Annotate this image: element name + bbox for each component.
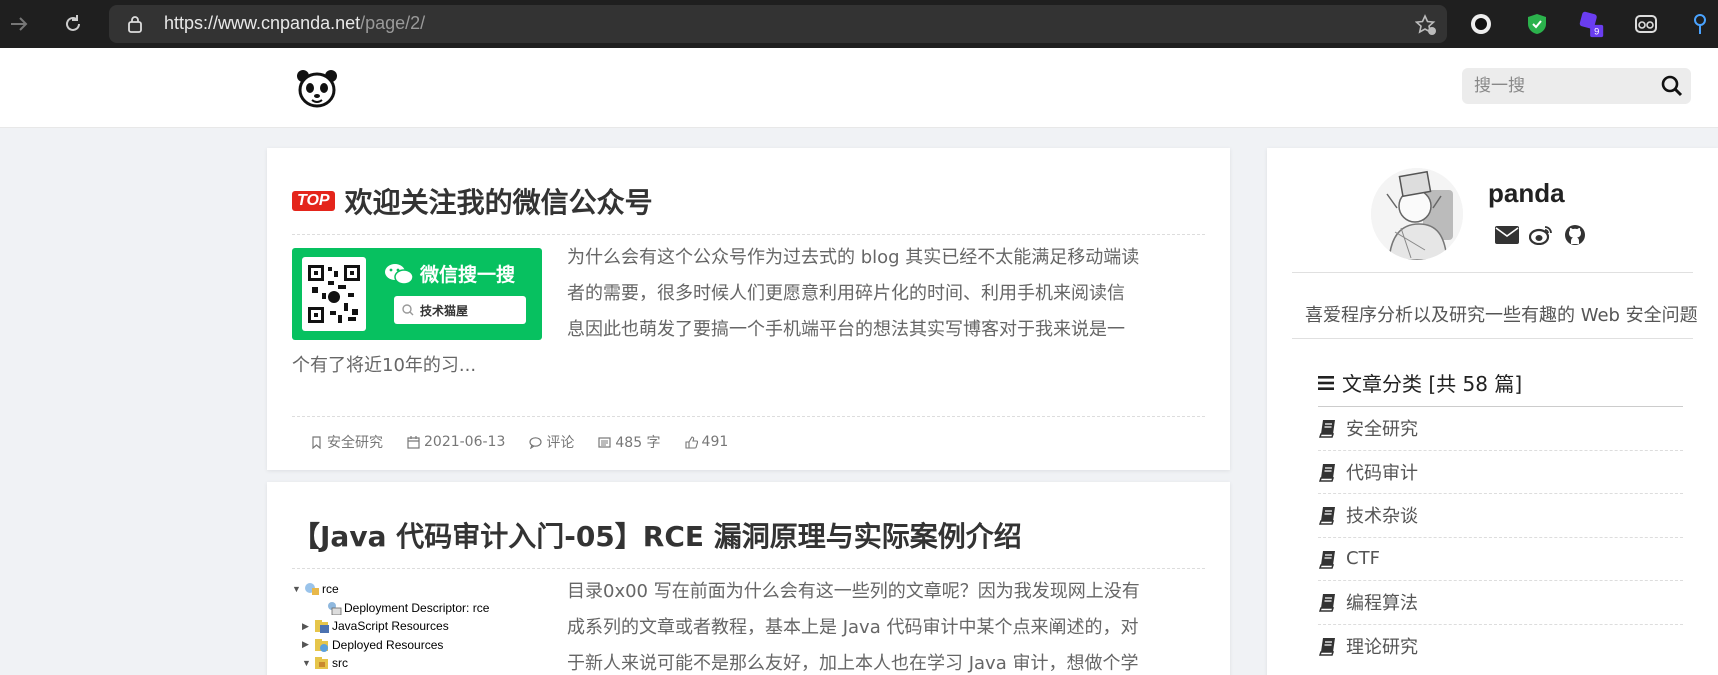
email-icon[interactable] <box>1494 222 1520 248</box>
tree-row: ▶ Deployed Resources <box>302 637 444 652</box>
tree-row: ▼ src <box>302 656 348 671</box>
bookmark-icon <box>312 435 321 449</box>
address-bar[interactable]: https://www.cnpanda.net/page/2/ <box>109 5 1447 43</box>
book-icon <box>1318 550 1335 569</box>
avatar[interactable] <box>1371 168 1463 260</box>
sidebar: panda 喜爱程序分析以及研究一些有趣的 Web 安全问题 文章分类 [共 5… <box>1267 148 1718 675</box>
divider <box>292 568 1205 569</box>
extension-glasses-icon[interactable] <box>1632 10 1660 38</box>
list-icon <box>1318 375 1334 390</box>
divider <box>1292 338 1693 339</box>
post-excerpt: 目录0x00 写在前面为什么会有这一些列的文章呢？因为我发现网上没有 成系列的文… <box>567 581 1140 674</box>
url-text[interactable]: https://www.cnpanda.net/page/2/ <box>164 13 425 34</box>
lock-icon <box>128 16 142 33</box>
category-item[interactable]: CTF <box>1318 536 1683 581</box>
tree-row: ▶ JavaScript Resources <box>302 619 449 634</box>
category-item[interactable]: 编程算法 <box>1318 580 1683 624</box>
category-item[interactable]: 代码审计 <box>1318 449 1683 494</box>
meta-category[interactable]: 安全研究 <box>310 432 383 452</box>
post-thumbnail[interactable]: 微信搜一搜 技术猫屋 <box>292 248 542 340</box>
search-box <box>1462 68 1691 104</box>
thumb-search: 技术猫屋 <box>394 296 526 324</box>
bookmark-star-icon[interactable] <box>1415 14 1437 36</box>
extension-pin-icon[interactable] <box>1686 10 1714 38</box>
post-meta: 安全研究 2021-06-13 评论 485 字 491 <box>310 432 728 452</box>
site-header <box>0 48 1718 128</box>
book-icon <box>1318 420 1335 438</box>
search-icon <box>1661 75 1683 97</box>
extension-badge: 9 <box>1594 26 1599 36</box>
project-icon <box>305 583 319 596</box>
word-count-icon <box>598 436 611 448</box>
search-input[interactable] <box>1474 73 1654 99</box>
post-card: TOP 欢迎关注我的微信公众号 微信搜一搜 技术猫屋 为什么会有这个公众号作为过… <box>267 148 1230 470</box>
post-excerpt-continued: 个有了将近10年的习... <box>292 355 477 376</box>
browser-toolbar: https://www.cnpanda.net/page/2/ 9 <box>0 0 1718 48</box>
extension-gem-icon[interactable]: 9 <box>1578 10 1606 38</box>
calendar-icon <box>407 435 420 449</box>
qr-code <box>302 257 366 331</box>
wechat-icon <box>385 263 414 285</box>
search-icon <box>402 304 414 316</box>
author-bio: 喜爱程序分析以及研究一些有趣的 Web 安全问题 <box>1305 305 1698 326</box>
post-title[interactable]: TOP 欢迎关注我的微信公众号 <box>292 181 653 221</box>
forward-button[interactable] <box>4 9 34 39</box>
divider <box>292 416 1205 417</box>
search-button[interactable] <box>1661 75 1683 97</box>
tree-row: Deployment Descriptor: rce <box>292 599 522 618</box>
meta-date: 2021-06-13 <box>407 432 505 452</box>
book-icon <box>1318 463 1335 482</box>
deployed-resources-icon <box>315 638 328 652</box>
meta-comments[interactable]: 评论 <box>529 432 574 452</box>
reload-button[interactable] <box>58 9 88 39</box>
weibo-icon[interactable] <box>1528 222 1554 248</box>
descriptor-icon <box>328 601 342 615</box>
categories-heading: 文章分类 [共 58 篇] <box>1318 368 1522 397</box>
author-name[interactable]: panda <box>1488 178 1565 209</box>
panda-logo[interactable] <box>296 68 338 108</box>
book-icon <box>1318 594 1335 612</box>
arrow-right-icon <box>11 17 28 31</box>
category-item[interactable]: 技术杂谈 <box>1318 493 1683 537</box>
extension-record-icon[interactable] <box>1467 10 1495 38</box>
category-item[interactable]: 理论研究 <box>1318 623 1683 668</box>
divider <box>1292 272 1693 273</box>
meta-words: 485 字 <box>598 432 661 452</box>
thumbs-up-icon <box>684 435 698 449</box>
src-folder-icon <box>315 657 328 670</box>
comment-icon <box>529 436 542 449</box>
post-title[interactable]: 【Java 代码审计入门-05】RCE 漏洞原理与实际案例介绍 <box>292 515 1022 555</box>
post-thumbnail[interactable]: ▼ rce Deployment Descriptor: rce ▶ JavaS… <box>292 580 522 673</box>
tree-row: ▼ rce <box>292 582 339 597</box>
extension-shield-icon[interactable] <box>1523 10 1551 38</box>
javascript-resources-icon <box>315 620 329 634</box>
social-links <box>1494 222 1588 248</box>
divider <box>292 234 1205 235</box>
book-icon <box>1318 637 1335 656</box>
category-item[interactable]: 安全研究 <box>1318 406 1683 450</box>
meta-likes[interactable]: 491 <box>684 432 728 452</box>
top-badge: TOP <box>292 191 335 211</box>
reload-icon <box>66 15 80 31</box>
github-icon[interactable] <box>1562 222 1588 248</box>
post-excerpt: 为什么会有这个公众号作为过去式的 blog 其实已经不太能满足移动端读 者的需要… <box>567 247 1140 340</box>
thumb-title: 微信搜一搜 <box>420 264 516 286</box>
book-icon <box>1318 507 1335 525</box>
category-list: 安全研究 代码审计 技术杂谈 CTF 编程算法 理论研究 <box>1318 406 1683 667</box>
post-card: 【Java 代码审计入门-05】RCE 漏洞原理与实际案例介绍 ▼ rce De… <box>267 482 1230 675</box>
